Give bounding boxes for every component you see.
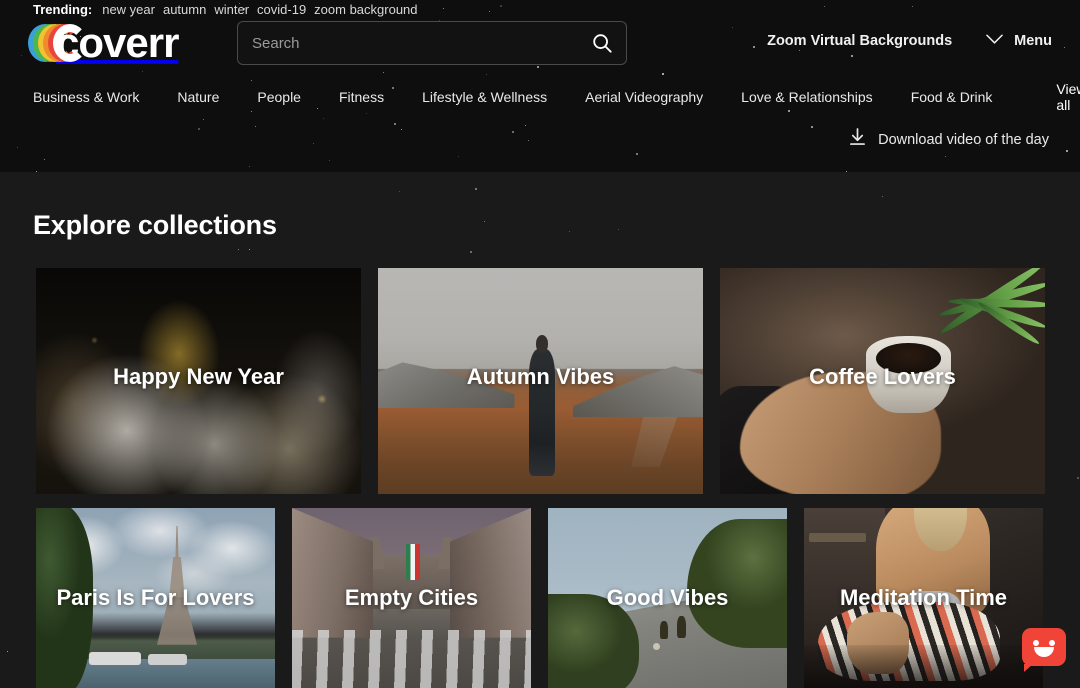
zoom-virtual-backgrounds-link[interactable]: Zoom Virtual Backgrounds <box>767 33 952 49</box>
collection-label-good-vibes: Good Vibes <box>606 585 729 610</box>
collection-label-happy-new-year: Happy New Year <box>113 364 284 389</box>
trending-link-new-year[interactable]: new year <box>102 2 155 18</box>
chevron-down-icon <box>986 32 1003 50</box>
collection-label-autumn-vibes: Autumn Vibes <box>466 364 615 389</box>
menu-button[interactable]: Menu <box>986 32 1052 50</box>
trending-bar: Trending: new year autumn winter covid-1… <box>33 2 418 18</box>
collection-card-good-vibes[interactable]: Good Vibes <box>548 508 787 688</box>
collection-label-meditation-time: Meditation Time <box>839 585 1008 610</box>
page-title: Explore collections <box>33 210 277 240</box>
nav-item-love-relationships[interactable]: Love & Relationships <box>741 89 873 105</box>
collection-card-happy-new-year[interactable]: Happy New Year <box>36 268 361 494</box>
search-box[interactable] <box>237 21 627 65</box>
download-icon <box>849 128 866 151</box>
nav-item-nature[interactable]: Nature <box>177 89 219 105</box>
search-icon[interactable] <box>578 22 626 64</box>
trending-link-covid-19[interactable]: covid-19 <box>257 2 306 18</box>
collection-card-paris-is-for-lovers[interactable]: Paris Is For Lovers <box>36 508 275 688</box>
header-right-links: Zoom Virtual Backgrounds Menu <box>767 32 1052 50</box>
nav-item-lifestyle-wellness[interactable]: Lifestyle & Wellness <box>422 89 547 105</box>
nav-view-all-link[interactable]: View all <box>1056 81 1080 113</box>
nav-item-food-drink[interactable]: Food & Drink <box>911 89 993 105</box>
trending-link-autumn[interactable]: autumn <box>163 2 206 18</box>
main-content: Explore collections Happy New Year Autum… <box>0 172 1080 688</box>
nav-item-fitness[interactable]: Fitness <box>339 89 384 105</box>
trending-link-zoom-background[interactable]: zoom background <box>314 2 417 18</box>
collection-label-coffee-lovers: Coffee Lovers <box>809 364 956 389</box>
collection-card-empty-cities[interactable]: Empty Cities <box>292 508 531 688</box>
menu-label: Menu <box>1014 33 1052 49</box>
download-label: Download video of the day <box>878 131 1049 148</box>
nav-item-people[interactable]: People <box>257 89 301 105</box>
coverr-logo[interactable]: coverr <box>28 20 179 66</box>
site-header: Trending: new year autumn winter covid-1… <box>0 0 1080 172</box>
nav-item-aerial-videography[interactable]: Aerial Videography <box>585 89 703 105</box>
download-video-of-the-day-button[interactable]: Download video of the day <box>849 128 1049 151</box>
trending-link-winter[interactable]: winter <box>214 2 249 18</box>
search-input[interactable] <box>238 34 578 52</box>
chat-smiley-icon[interactable] <box>1022 628 1066 672</box>
collection-label-paris-is-for-lovers: Paris Is For Lovers <box>56 585 255 610</box>
category-nav: Business & Work Nature People Fitness Li… <box>33 81 1080 113</box>
coverr-rainbow-logo-icon <box>28 24 87 62</box>
collection-card-meditation-time[interactable]: Meditation Time <box>804 508 1043 688</box>
collection-card-coffee-lovers[interactable]: Coffee Lovers <box>720 268 1045 494</box>
chat-face <box>1022 628 1066 666</box>
collection-card-autumn-vibes[interactable]: Autumn Vibes <box>378 268 703 494</box>
collection-label-empty-cities: Empty Cities <box>344 585 479 610</box>
nav-item-business-work[interactable]: Business & Work <box>33 89 139 105</box>
trending-label: Trending: <box>33 2 93 17</box>
